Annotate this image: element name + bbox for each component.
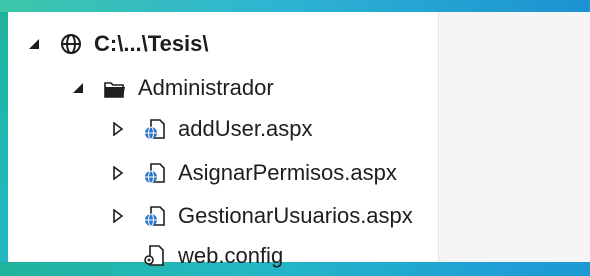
tree-item-folder-administrador[interactable]: Administrador — [70, 68, 274, 108]
tree-item-file[interactable]: AsignarPermisos.aspx — [110, 153, 397, 193]
aspx-web-page-icon — [142, 116, 168, 142]
tree-item-file[interactable]: web.config — [142, 236, 283, 276]
tree-item-label: GestionarUsuarios.aspx — [178, 203, 413, 228]
collapsed-triangle-icon[interactable] — [110, 208, 126, 224]
solution-explorer-panel: C:\...\Tesis\ Administrador addUser.aspx… — [8, 12, 590, 268]
file-tree: C:\...\Tesis\ Administrador addUser.aspx… — [8, 12, 428, 268]
tree-item-label: Administrador — [138, 75, 274, 100]
right-pane — [438, 12, 590, 262]
tree-item-file[interactable]: GestionarUsuarios.aspx — [110, 196, 413, 236]
tree-item-label: web.config — [178, 243, 284, 268]
aspx-web-page-icon — [142, 160, 168, 186]
expanded-triangle-icon[interactable] — [26, 36, 42, 52]
tree-item-label: addUser.aspx — [178, 116, 313, 141]
expanded-triangle-icon[interactable] — [70, 80, 86, 96]
aspx-web-page-icon — [142, 203, 168, 229]
tree-item-label: AsignarPermisos.aspx — [178, 160, 397, 185]
folder-open-icon — [102, 75, 128, 101]
tree-item-root[interactable]: C:\...\Tesis\ — [26, 24, 209, 64]
collapsed-triangle-icon[interactable] — [110, 165, 126, 181]
collapsed-triangle-icon[interactable] — [110, 121, 126, 137]
desktop-background — [0, 0, 590, 12]
tree-item-file[interactable]: addUser.aspx — [110, 109, 313, 149]
config-file-icon — [142, 243, 168, 269]
globe-icon — [58, 31, 84, 57]
tree-item-label: C:\...\Tesis\ — [94, 31, 209, 56]
